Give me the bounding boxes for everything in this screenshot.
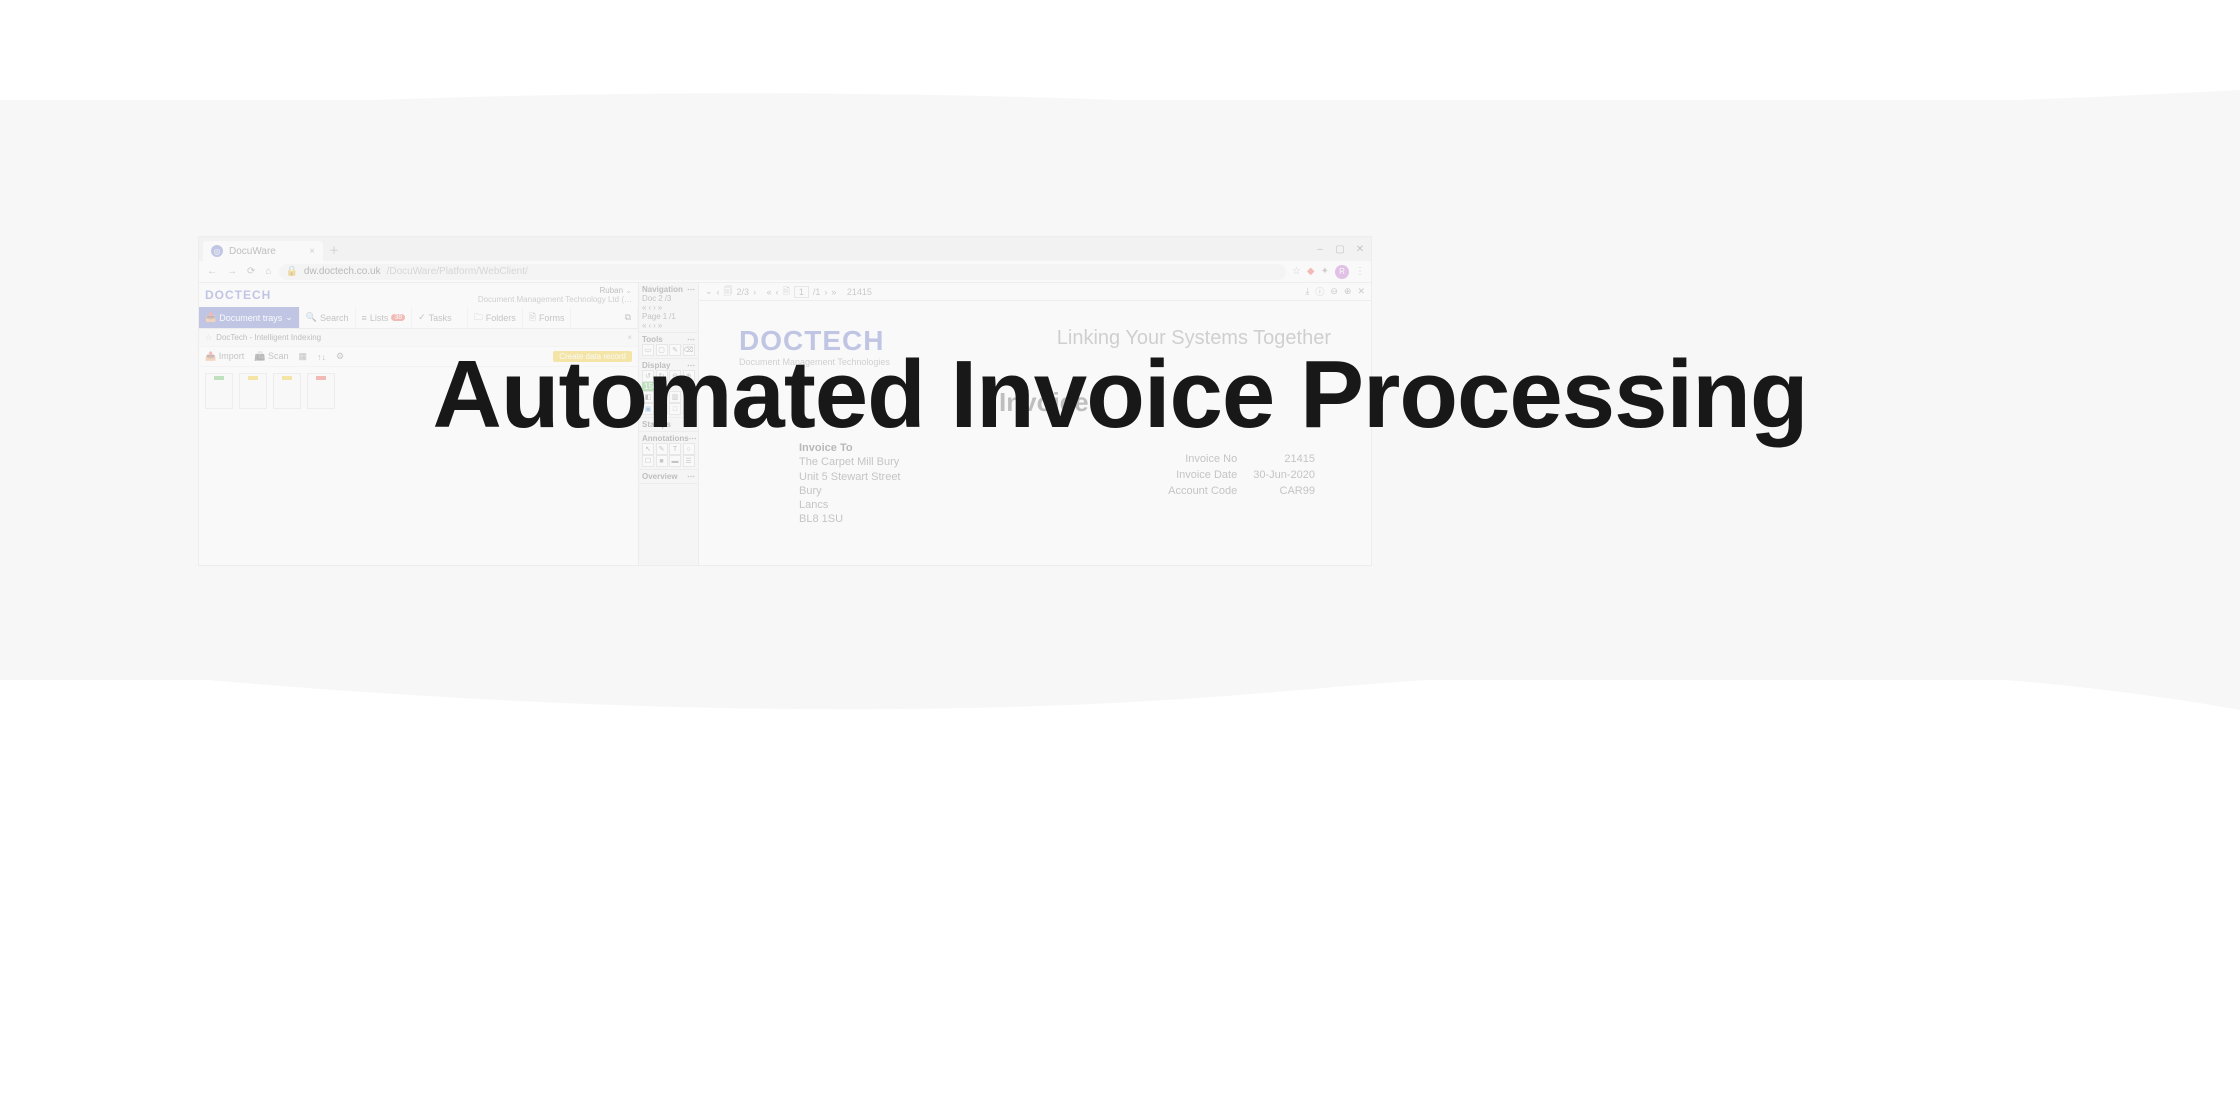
tab-folders[interactable]: 🗀 Folders bbox=[468, 307, 523, 328]
browser-address-bar: ← → ⟳ ⌂ 🔒 dw.doctech.co.uk /DocuWare/Pla… bbox=[199, 261, 1371, 283]
invoice-to-line: Unit 5 Stewart Street bbox=[799, 470, 901, 484]
tab-label: Tasks bbox=[429, 313, 452, 323]
tab-document-trays[interactable]: 📥 Document trays ⌄ bbox=[199, 307, 300, 328]
tab-label: Forms bbox=[539, 313, 565, 323]
browser-tab[interactable]: ◎ DocuWare × bbox=[203, 241, 323, 261]
profile-avatar[interactable]: R bbox=[1335, 265, 1349, 279]
tab-forms[interactable]: 🗎 Forms bbox=[523, 307, 572, 328]
invoice-to-line: The Carpet Mill Bury bbox=[799, 455, 901, 469]
tab-label: Search bbox=[320, 313, 349, 323]
first-icon[interactable]: « bbox=[642, 303, 646, 312]
meta-value: 30-Jun-2020 bbox=[1253, 469, 1329, 483]
app-brand: DOCTECH bbox=[205, 288, 271, 302]
wave-top-decoration bbox=[0, 80, 2240, 120]
vb-download-icon[interactable]: ⤓ bbox=[1305, 286, 1309, 297]
vb-info-icon[interactable]: ⓘ bbox=[1315, 285, 1324, 298]
doc-cur: 2 bbox=[658, 294, 662, 303]
browser-menu-icon[interactable]: ⋮ bbox=[1355, 266, 1365, 277]
hero-title: Automated Invoice Processing bbox=[0, 340, 2240, 450]
tab-favicon: ◎ bbox=[211, 245, 223, 257]
extensions-icon[interactable]: ✦ bbox=[1321, 266, 1329, 277]
forward-icon[interactable]: → bbox=[225, 266, 239, 277]
meta-label: Invoice No bbox=[1168, 453, 1251, 467]
vb-page-input[interactable]: 1 bbox=[794, 286, 809, 298]
collapse-icon[interactable]: ⋯ bbox=[687, 472, 695, 481]
dropdown-icon[interactable]: ⌄ bbox=[705, 286, 713, 297]
new-tab-button[interactable]: ＋ bbox=[323, 242, 345, 257]
tool-icon[interactable]: ☐ bbox=[642, 455, 654, 467]
vb-last-page-icon[interactable]: » bbox=[831, 287, 836, 297]
prev-icon[interactable]: ‹ bbox=[648, 303, 651, 312]
page-label: Page bbox=[642, 312, 661, 321]
vb-prev-doc-icon[interactable]: ‹ bbox=[717, 287, 720, 297]
url-host: dw.doctech.co.uk bbox=[304, 266, 381, 277]
vb-zoomout-icon[interactable]: ⊖ bbox=[1330, 286, 1338, 297]
page-tot: /1 bbox=[669, 312, 676, 321]
tool-icon[interactable]: ☰ bbox=[683, 455, 695, 467]
vb-page-icon: 🗎 bbox=[783, 284, 790, 300]
nav-heading: Navigation bbox=[642, 285, 683, 294]
doc-label: Doc bbox=[642, 294, 656, 303]
wave-bottom-decoration bbox=[0, 660, 2240, 740]
lock-icon: 🔒 bbox=[285, 266, 297, 277]
vb-first-page-icon[interactable]: « bbox=[767, 287, 772, 297]
prev-icon[interactable]: ‹ bbox=[648, 321, 651, 330]
invoice-to-line: Bury bbox=[799, 484, 901, 498]
reload-icon[interactable]: ⟳ bbox=[245, 266, 257, 277]
window-max-icon[interactable]: ▢ bbox=[1333, 244, 1347, 255]
last-icon[interactable]: » bbox=[658, 321, 662, 330]
meta-label: Account Code bbox=[1168, 485, 1251, 499]
vb-page-total: /1 bbox=[813, 287, 821, 297]
split-view-icon[interactable]: ⧉ bbox=[619, 307, 638, 328]
url-path: /DocuWare/Platform/WebClient/ bbox=[387, 266, 528, 277]
bookmark-star-icon[interactable]: ☆ bbox=[1292, 266, 1301, 277]
tab-close-icon[interactable]: × bbox=[309, 246, 315, 257]
url-field[interactable]: 🔒 dw.doctech.co.uk /DocuWare/Platform/We… bbox=[279, 264, 1286, 280]
invoice-to-line: Lancs bbox=[799, 498, 901, 512]
lists-badge: 38 bbox=[391, 314, 405, 321]
meta-value: CAR99 bbox=[1253, 485, 1329, 499]
meta-label: Invoice Date bbox=[1168, 469, 1251, 483]
tab-label: Lists bbox=[370, 313, 389, 323]
window-close-icon[interactable]: ✕ bbox=[1353, 244, 1367, 255]
vb-next-doc-icon[interactable]: › bbox=[753, 287, 756, 297]
next-icon[interactable]: › bbox=[653, 303, 656, 312]
tab-label: Document trays bbox=[219, 313, 282, 323]
page-cur: 1 bbox=[663, 312, 667, 321]
first-icon[interactable]: « bbox=[642, 321, 646, 330]
user-org: Document Management Technology Ltd (… bbox=[478, 295, 632, 304]
extension-icon[interactable]: ◆ bbox=[1307, 266, 1315, 277]
next-icon[interactable]: › bbox=[653, 321, 656, 330]
home-icon[interactable]: ⌂ bbox=[263, 266, 273, 277]
back-icon[interactable]: ← bbox=[205, 266, 219, 277]
tab-tasks[interactable]: ✓ Tasks bbox=[412, 307, 468, 328]
vb-docnum: 21415 bbox=[847, 287, 872, 297]
browser-tabbar: ◎ DocuWare × ＋ – ▢ ✕ bbox=[199, 237, 1371, 261]
vb-docstack-icon: 🗐 bbox=[724, 284, 733, 300]
doc-tot: /3 bbox=[665, 294, 672, 303]
window-min-icon[interactable]: – bbox=[1313, 244, 1327, 255]
overview-heading: Overview bbox=[642, 472, 678, 481]
tab-title: DocuWare bbox=[229, 246, 276, 257]
invoice-to-line: BL8 1SU bbox=[799, 512, 901, 526]
tab-label: Folders bbox=[486, 313, 516, 323]
main-nav-tabs: 📥 Document trays ⌄ 🔍 Search ≡ Lists 38 ✓… bbox=[199, 307, 638, 329]
invoice-meta: Invoice No21415 Invoice Date30-Jun-2020 … bbox=[1166, 451, 1331, 501]
tool-icon[interactable]: ▬ bbox=[669, 455, 681, 467]
tool-icon[interactable]: ■ bbox=[656, 455, 668, 467]
viewer-toolbar: ⌄ ‹ 🗐 2/3 › « ‹ 🗎 1 /1 › » 21415 bbox=[699, 283, 1371, 301]
window-controls: – ▢ ✕ bbox=[1313, 244, 1367, 255]
meta-value: 21415 bbox=[1253, 453, 1329, 467]
vb-next-page-icon[interactable]: › bbox=[824, 287, 827, 297]
user-name[interactable]: Ruban bbox=[599, 286, 623, 295]
tab-lists[interactable]: ≡ Lists 38 bbox=[356, 307, 413, 328]
tab-search[interactable]: 🔍 Search bbox=[300, 307, 356, 328]
collapse-icon[interactable]: ⋯ bbox=[687, 285, 695, 294]
last-icon[interactable]: » bbox=[658, 303, 662, 312]
vb-close-icon[interactable]: ✕ bbox=[1357, 286, 1365, 297]
vb-docnav: 2/3 bbox=[737, 287, 750, 297]
vb-prev-page-icon[interactable]: ‹ bbox=[776, 287, 779, 297]
vb-zoomin-icon[interactable]: ⊕ bbox=[1344, 286, 1352, 297]
